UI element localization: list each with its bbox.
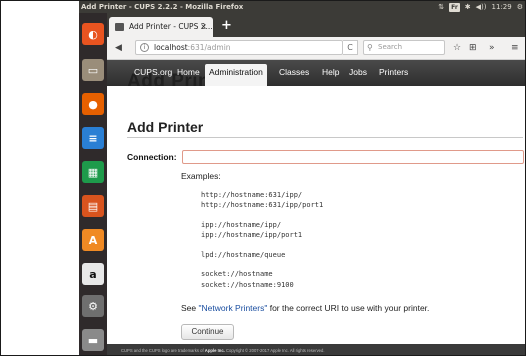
library-icon[interactable]: ⊞ — [469, 37, 477, 59]
connection-label: Connection: — [127, 152, 177, 162]
screenshot-frame: Add Printer - CUPS 2.2.2 - Mozilla Firef… — [0, 0, 526, 356]
tab-bar: Add Printer - CUPS 2... × + — [107, 13, 525, 37]
example-uri: http://hostname:631/ipp/port1 — [201, 201, 324, 209]
firefox-window: Add Printer - CUPS 2... × + ◀ i localhos… — [107, 13, 525, 355]
example-uri: socket://hostname:9100 — [201, 281, 294, 289]
connection-input[interactable] — [182, 150, 524, 164]
search-input[interactable]: ⚲ Search — [363, 40, 445, 55]
tab-add-printer[interactable]: Add Printer - CUPS 2... × — [109, 17, 213, 37]
volume-icon[interactable]: ◀)) — [476, 1, 487, 13]
info-icon[interactable]: i — [140, 43, 149, 52]
calc-icon[interactable]: ▦ — [82, 161, 104, 183]
nav-administration[interactable]: Administration — [205, 64, 267, 86]
ubuntu-dash-icon[interactable]: ◐ — [82, 23, 104, 45]
bluetooth-icon[interactable]: ✱ — [465, 1, 471, 13]
top-panel: Add Printer - CUPS 2.2.2 - Mozilla Firef… — [79, 1, 525, 13]
clock[interactable]: 11:29 — [492, 1, 512, 13]
footer-brand: Apple Inc. — [204, 348, 225, 353]
keyboard-layout-indicator[interactable]: Fr — [449, 2, 460, 12]
example-uri: lpd://hostname/queue — [201, 251, 286, 259]
footer-prefix: CUPS and the CUPS logo are trademarks of — [121, 348, 205, 353]
nav-jobs[interactable]: Jobs — [345, 64, 371, 80]
nav-cups-org[interactable]: CUPS.org — [130, 64, 176, 80]
device-icon[interactable]: ▬ — [82, 329, 104, 351]
unity-launcher: ◐ ▭ ● ≡ ▦ ▤ Aa ⚙ ▬ — [79, 13, 107, 355]
nav-toolbar: ◀ i localhost:631/admin C ⚲ Search ☆ ⊞ »… — [107, 37, 525, 60]
software-center-icon[interactable]: A — [82, 229, 104, 251]
back-icon[interactable]: ◀ — [115, 37, 122, 59]
page-content: Add Printer Connection: Examples: http:/… — [107, 86, 525, 344]
new-tab-button[interactable]: + — [221, 17, 232, 35]
help-text: See "Network Printers" for the correct U… — [181, 303, 429, 313]
impress-icon[interactable]: ▤ — [82, 195, 104, 217]
cups-favicon-icon — [115, 23, 124, 31]
help-text-prefix: See — [181, 303, 199, 313]
example-uri: ipp://hostname/ipp/port1 — [201, 231, 303, 239]
network-icon[interactable]: ⇅ — [438, 1, 444, 13]
firefox-icon[interactable]: ● — [82, 93, 104, 115]
help-text-suffix: for the correct URI to use with your pri… — [267, 303, 430, 313]
amazon-icon[interactable]: a — [82, 263, 104, 285]
page-footer: CUPS and the CUPS logo are trademarks of… — [107, 344, 525, 355]
overflow-chevron-icon[interactable]: » — [489, 37, 495, 59]
network-printers-link[interactable]: "Network Printers" — [199, 303, 268, 313]
settings-icon[interactable]: ⚙ — [82, 295, 104, 317]
indicator-area: ⇅ Fr ✱ ◀)) 11:29 ⚙ — [438, 1, 523, 13]
nav-help[interactable]: Help — [318, 64, 343, 80]
url-host: localhost — [154, 43, 188, 52]
examples-label: Examples: — [181, 171, 221, 181]
bookmark-star-icon[interactable]: ☆ — [453, 37, 461, 59]
footer-suffix: Copyright © 2007-2017 Apple Inc. All rig… — [224, 348, 325, 353]
desktop-screen: Add Printer - CUPS 2.2.2 - Mozilla Firef… — [79, 1, 525, 355]
example-uri: ipp://hostname/ipp/ — [201, 221, 282, 229]
url-path: :631/admin — [187, 43, 231, 52]
reload-icon[interactable]: C — [343, 40, 358, 55]
window-title: Add Printer - CUPS 2.2.2 - Mozilla Firef… — [81, 3, 244, 11]
url-bar[interactable]: i localhost:631/admin — [135, 40, 343, 55]
cups-header: Add Printer CUPS.org Home Administration… — [107, 60, 525, 86]
example-uri: http://hostname:631/ipp/ — [201, 191, 303, 199]
nav-classes[interactable]: Classes — [275, 64, 313, 80]
writer-icon[interactable]: ≡ — [82, 127, 104, 149]
nav-printers[interactable]: Printers — [375, 64, 412, 80]
close-tab-icon[interactable]: × — [200, 17, 207, 37]
files-icon[interactable]: ▭ — [82, 59, 104, 81]
nav-home[interactable]: Home — [173, 64, 204, 80]
example-uri: socket://hostname — [201, 270, 273, 278]
continue-button[interactable]: Continue — [181, 324, 234, 340]
heading-divider — [127, 137, 523, 138]
page-title: Add Printer — [127, 119, 204, 135]
search-placeholder: Search — [378, 43, 403, 51]
search-icon: ⚲ — [367, 43, 373, 52]
hamburger-menu-icon[interactable]: ≡ — [511, 37, 519, 59]
power-gear-icon[interactable]: ⚙ — [517, 1, 523, 13]
